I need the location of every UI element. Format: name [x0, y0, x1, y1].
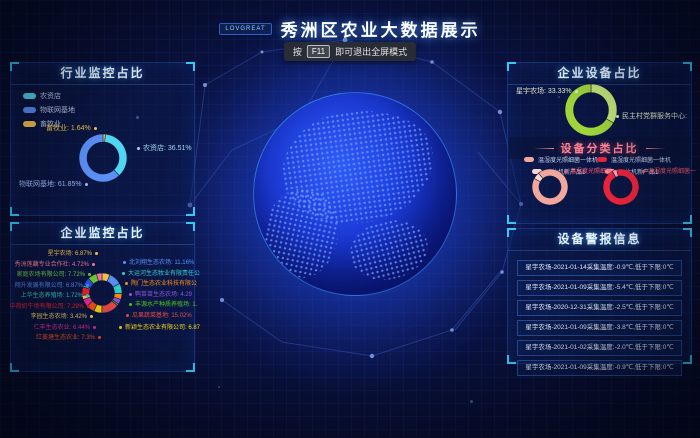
alarm-row: 星宇农场-2021-01-09采集温度:-5.4℃,低于下限:0℃	[517, 280, 682, 296]
globe	[253, 92, 457, 296]
corner-accent	[683, 228, 692, 237]
alarm-row: 星宇农场-2021-01-09采集温度:-3.8℃,低于下限:0℃	[517, 320, 682, 336]
legend-label: 物联网基地	[40, 105, 75, 115]
corner-accent	[683, 355, 692, 364]
donut-label: 物联网基地: 61.85%	[19, 181, 88, 189]
corner-accent	[10, 222, 19, 231]
donut-label: 李园生态农场: 3.42%	[31, 314, 93, 321]
legend-item[interactable]: 温湿度光照细菌一体机	[597, 155, 671, 164]
donut-label: 中荷奶牛场有限公司: 7.29%	[10, 304, 90, 311]
panel-title: 行业监控占比	[11, 63, 194, 85]
legend-item[interactable]: 农资店	[23, 91, 75, 101]
legend-swatch	[524, 157, 534, 162]
corner-accent	[683, 215, 692, 224]
corner-accent	[10, 62, 19, 71]
donut-label: 星宇农场: 6.87%	[48, 251, 98, 258]
brand-badge: LOVGREAT	[219, 23, 271, 35]
f11-keycap: F11	[307, 45, 330, 58]
globe-continent	[344, 212, 434, 287]
donut-label: 家庭农场有限公司: 7.72%	[17, 272, 91, 279]
header: LOVGREAT 秀洲区农业大数据展示	[0, 16, 700, 41]
legend-swatch	[597, 157, 607, 162]
alarm-row: 星宇农场-2021-01-02采集温度:-2.0℃,低于下限:0℃	[517, 340, 682, 356]
alarm-row: 星宇农场-2020-12-31采集温度:-2.5℃,低于下限:0℃	[517, 300, 682, 316]
alarm-row: 星宇农场-2021-01-14采集温度:-0.9℃,低于下限:0℃	[517, 260, 682, 276]
alarm-list: 星宇农场-2021-01-14采集温度:-0.9℃,低于下限:0℃ 星宇农场-2…	[508, 251, 691, 376]
donut-label: 鸭苗苗生态农场: 4.29	[129, 292, 192, 299]
panel-industry-monitoring: 行业监控占比 农资店 物联网基地 畜牧业 畜牧业: 1.64% 农资店: 36.…	[10, 62, 195, 216]
legend-swatch	[23, 121, 36, 127]
corner-accent	[186, 207, 195, 216]
corner-accent	[507, 228, 516, 237]
page-title: 秀洲区农业大数据展示	[281, 16, 481, 41]
donut-label: 丰源水产种质养殖场: 1.	[129, 302, 197, 309]
donut-label: 陶门生态农业科技有限公	[125, 281, 197, 288]
donut-label: 温湿度光照细菌一	[564, 169, 618, 176]
donut-label: 大运河生态牧业有限责任公	[122, 271, 200, 278]
panel-title: 设备警报信息	[508, 229, 691, 251]
legend-item[interactable]: 温湿度光照细菌一体机	[524, 155, 598, 164]
donut-label: 温湿度光照细菌一	[642, 169, 696, 176]
corner-accent	[507, 62, 516, 71]
donut-label: 民主村党群服务中心:	[616, 113, 687, 121]
donut-label: 翔升发展有限公司: 6.87%	[15, 283, 89, 290]
legend-label: 农资店	[40, 91, 61, 101]
legend-item[interactable]: 物联网基地	[23, 105, 75, 115]
donut-label: 星宇农场: 33.33%	[516, 88, 578, 96]
donut-label: 畜牧业: 1.64%	[46, 125, 97, 133]
corner-accent	[10, 363, 19, 372]
corner-accent	[10, 207, 19, 216]
legend-label: 温湿度光照细菌一体机	[538, 155, 598, 164]
donut-label: 瓜果蔬菜基地: 15.02%	[126, 313, 192, 320]
industry-donut-chart[interactable]	[75, 130, 131, 186]
donut-label: 秀洲莲藕专业合作社: 4.72%	[15, 262, 95, 269]
corner-accent	[507, 355, 516, 364]
dashboard: LOVGREAT 秀洲区农业大数据展示 按 F11 即可退出全屏模式 行业监控占…	[0, 0, 700, 438]
tooltip-suffix: 即可退出全屏模式	[335, 45, 407, 58]
corner-accent	[186, 222, 195, 231]
legend-swatch	[23, 93, 36, 99]
panel-title: 企业监控占比	[11, 223, 194, 245]
donut-label: 北刘翔生态农场: 11.16%	[123, 260, 194, 267]
alarm-row: 星宇农场-2021-01-09采集温度:-0.9℃,低于下限:0℃	[517, 360, 682, 376]
corner-accent	[186, 62, 195, 71]
legend-label: 温湿度光照细菌一体机	[611, 155, 671, 164]
fullscreen-tooltip: 按 F11 即可退出全屏模式	[284, 42, 416, 61]
corner-accent	[683, 62, 692, 71]
donut-label: 农资店: 36.51%	[137, 145, 192, 153]
donut-label: 仁丰生态农业: 6.44%	[34, 325, 96, 332]
donut-label: 上华生态养殖场: 1.72%	[21, 293, 89, 300]
legend-swatch	[23, 107, 36, 113]
panel-enterprise-monitoring: 企业监控占比 星宇农场: 6.87% 秀洲莲藕专业合作社: 4.72% 家庭农场…	[10, 222, 195, 372]
donut-label: 红菱塘生态农业: 7.3%	[36, 335, 101, 342]
donut-label: 新颖生态农业有限公司: 6.87	[119, 325, 200, 332]
tooltip-prefix: 按	[293, 45, 302, 58]
corner-accent	[507, 215, 516, 224]
panel-equipment: 企业设备占比 星宇农场: 33.33% 民主村党群服务中心: 设备分类占比 温湿…	[507, 62, 692, 224]
panel-device-alarms: 设备警报信息 星宇农场-2021-01-14采集温度:-0.9℃,低于下限:0℃…	[507, 228, 692, 364]
corner-accent	[186, 363, 195, 372]
